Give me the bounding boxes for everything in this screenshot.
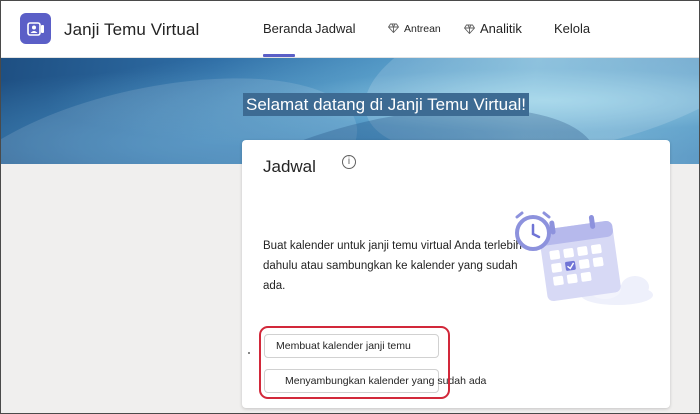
info-icon[interactable]: i [342, 155, 356, 169]
app-window: Janji Temu Virtual Beranda Jadwal Antrea… [0, 0, 700, 414]
tab-analitik-label: Analitik [480, 21, 522, 36]
connect-calendar-button[interactable]: Menyambungkan kalender yang sudah ada [264, 369, 486, 393]
diamond-icon [387, 23, 400, 36]
create-calendar-button[interactable]: Membuat kalender janji temu [264, 334, 439, 358]
calendar-clock-illustration [515, 211, 653, 305]
active-tab-indicator [263, 54, 295, 57]
header-bar: Janji Temu Virtual Beranda Jadwal Antrea… [1, 1, 699, 58]
app-title: Janji Temu Virtual [64, 20, 200, 39]
tab-analitik[interactable]: Analitik [463, 21, 522, 37]
card-title: Jadwal [263, 157, 316, 176]
welcome-heading: Selamat datang di Janji Temu Virtual! [243, 93, 530, 116]
people-icon [20, 13, 51, 44]
tab-kelola[interactable]: Kelola [554, 21, 590, 36]
tab-antrean[interactable]: Antrean [387, 23, 441, 36]
schedule-card: Jadwal i Buat kalender untuk janji temu … [242, 140, 670, 408]
tab-jadwal[interactable]: Jadwal [315, 21, 355, 36]
decorative-dot [248, 352, 250, 354]
tab-antrean-label: Antrean [404, 23, 441, 35]
diamond-icon [463, 22, 476, 37]
card-description: Buat kalender untuk janji temu virtual A… [263, 240, 522, 292]
tab-beranda[interactable]: Beranda [263, 21, 312, 36]
